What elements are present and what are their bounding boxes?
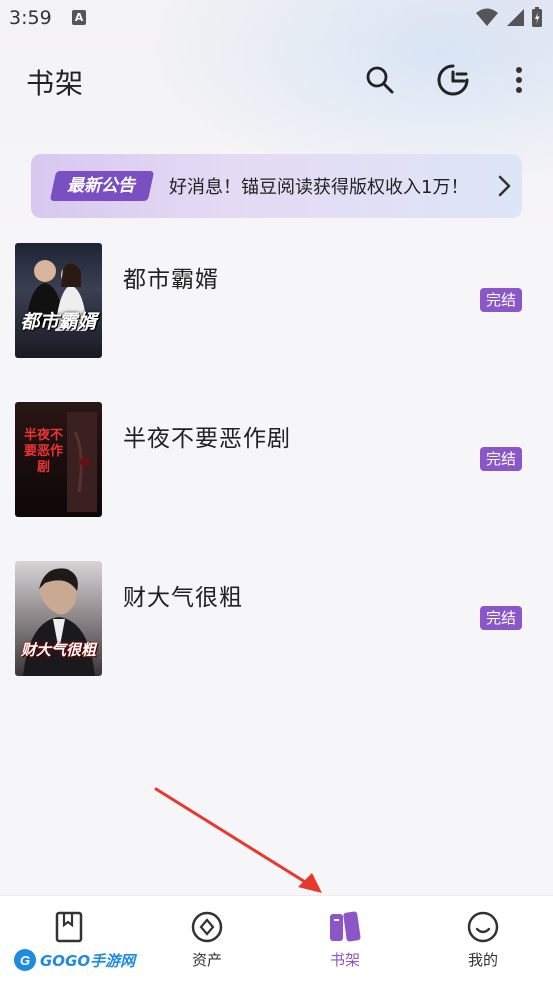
- signal-icon: [507, 9, 524, 26]
- bookshelf-icon: [330, 911, 361, 942]
- book-item[interactable]: 都市霸婿 都市霸婿 完结: [0, 242, 553, 401]
- nav-item-profile[interactable]: 我的: [414, 896, 552, 985]
- book-title: 都市霸婿: [123, 267, 219, 293]
- book-cover: 半夜不要恶作剧: [15, 402, 102, 517]
- announcement-text: 好消息！锚豆阅读获得版权收入1万！: [169, 177, 469, 198]
- annotation-arrow: [154, 787, 322, 893]
- coin-icon: [191, 911, 223, 943]
- book-cover: 财大气很粗: [15, 561, 102, 676]
- battery-icon: [532, 7, 542, 27]
- book-list: 都市霸婿 都市霸婿 完结 半夜不要恶作剧 半夜不要恶作剧 完结 财大气很粗 财大…: [0, 242, 553, 719]
- more-vertical-icon: [516, 67, 522, 93]
- page-title: 书架: [26, 67, 85, 100]
- book-icon: [55, 911, 83, 943]
- book-cover: 都市霸婿: [15, 243, 102, 358]
- notification-icon: A: [72, 10, 86, 25]
- book-item[interactable]: 财大气很粗 财大气很粗 完结: [0, 560, 553, 719]
- nav-label-profile: 我的: [467, 951, 498, 969]
- wifi-icon: [476, 8, 498, 26]
- status-badge: 完结: [479, 288, 522, 312]
- watermark-logo: G GOGO手游网: [12, 946, 135, 974]
- svg-text:G: G: [20, 953, 30, 968]
- nav-item-bookshelf[interactable]: 书架: [276, 896, 414, 985]
- nav-label-bookshelf: 书架: [329, 951, 360, 969]
- history-button[interactable]: [435, 62, 471, 98]
- more-button[interactable]: [501, 62, 537, 98]
- watermark-logo-icon: G: [14, 949, 36, 971]
- book-title: 半夜不要恶作剧: [123, 426, 291, 452]
- search-button[interactable]: [362, 62, 398, 98]
- status-bar: 3:59 A: [0, 0, 553, 38]
- status-badge: 完结: [479, 447, 522, 471]
- app-header: 书架: [0, 50, 553, 110]
- announcement-tag: 最新公告: [49, 171, 155, 201]
- chevron-right-icon: [498, 175, 511, 197]
- status-badge: 完结: [479, 606, 522, 630]
- search-icon: [366, 66, 394, 94]
- history-icon: [437, 64, 469, 96]
- nav-label-assets: 资产: [191, 951, 222, 969]
- announcement-banner[interactable]: 最新公告 好消息！锚豆阅读获得版权收入1万！: [31, 154, 522, 218]
- header-background: [0, 0, 553, 260]
- status-time: 3:59: [9, 7, 52, 29]
- book-item[interactable]: 半夜不要恶作剧 半夜不要恶作剧 完结: [0, 401, 553, 560]
- nav-item-assets[interactable]: 资产: [138, 896, 276, 985]
- smile-icon: [467, 911, 499, 943]
- book-title: 财大气很粗: [123, 585, 243, 611]
